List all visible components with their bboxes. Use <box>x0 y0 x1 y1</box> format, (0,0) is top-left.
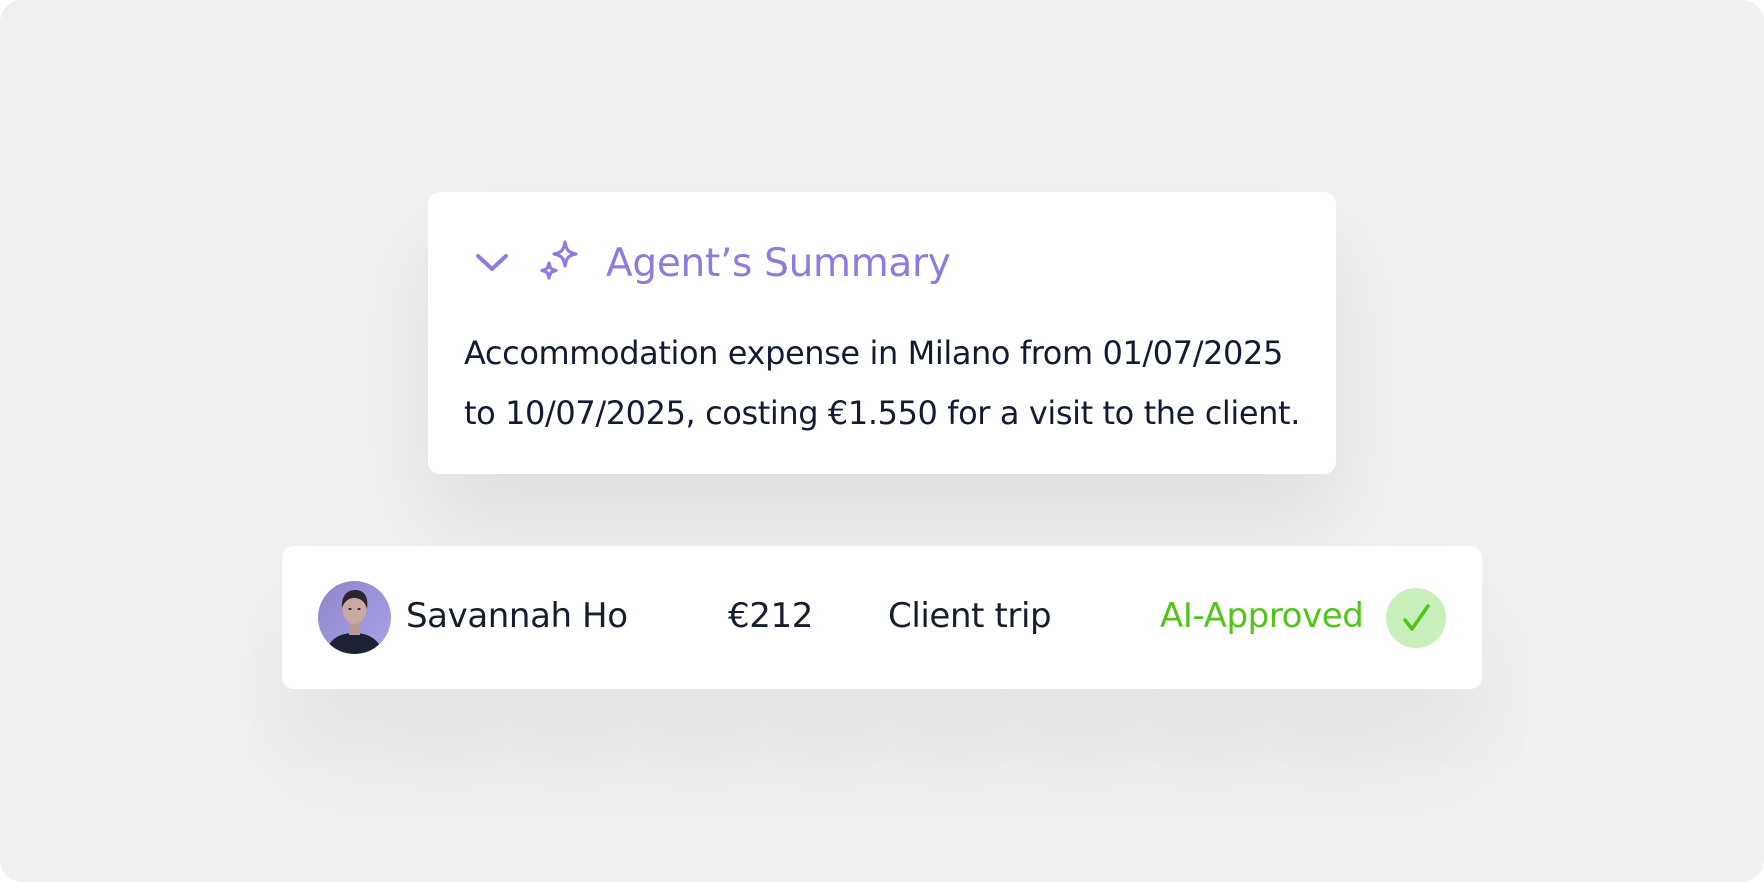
sparkle-icon <box>536 239 584 287</box>
agent-summary-card: Agent’s Summary Accommodation expense in… <box>428 192 1336 474</box>
summary-text: Accommodation expense in Milano from 01/… <box>464 334 1300 432</box>
status-label: AI-Approved <box>1160 596 1364 636</box>
summary-header[interactable]: Agent’s Summary <box>472 232 951 294</box>
expense-purpose: Client trip <box>888 596 1052 636</box>
checkmark-icon <box>1386 588 1446 648</box>
avatar <box>318 581 391 654</box>
employee-name: Savannah Ho <box>406 596 628 636</box>
expense-row[interactable]: Savannah Ho €212 Client trip AI-Approved <box>282 546 1482 689</box>
background-canvas: Agent’s Summary Accommodation expense in… <box>0 0 1764 882</box>
expense-amount: €212 <box>728 596 813 636</box>
summary-title: Agent’s Summary <box>606 240 951 286</box>
chevron-down-icon[interactable] <box>472 243 512 283</box>
